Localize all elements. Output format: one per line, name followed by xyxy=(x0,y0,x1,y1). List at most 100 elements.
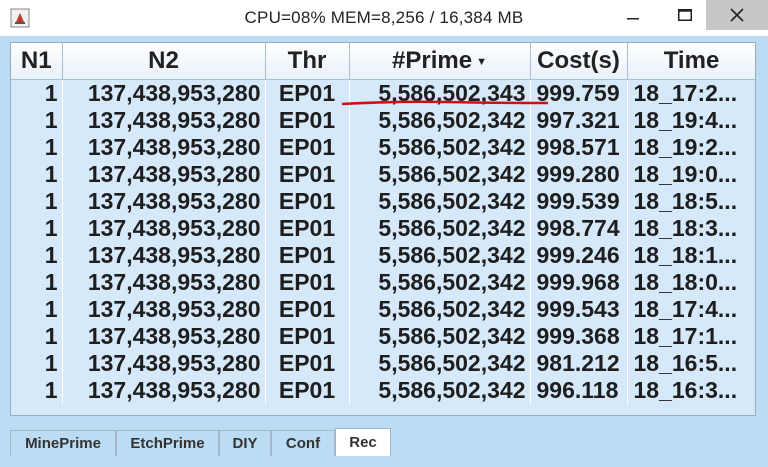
cell-prime[interactable]: 5,586,502,342 xyxy=(349,323,531,350)
cell-time[interactable]: 18_16:5... xyxy=(627,350,755,377)
cell-n1[interactable]: 1 xyxy=(11,134,63,161)
cell-thr[interactable]: EP01 xyxy=(265,215,350,242)
cell-time[interactable]: 18_18:1... xyxy=(627,242,755,269)
cell-thr[interactable]: EP01 xyxy=(265,188,350,215)
column-header-prime[interactable]: #Prime ▼ xyxy=(349,43,531,80)
red-underline-annotation xyxy=(341,100,549,106)
cell-prime[interactable]: 5,586,502,342 xyxy=(349,107,531,134)
cell-cost[interactable]: 998.774 xyxy=(530,215,628,242)
cell-n2[interactable]: 137,438,953,280 xyxy=(62,188,266,215)
cell-n1[interactable]: 1 xyxy=(11,242,63,269)
table-row[interactable]: 1 137,438,953,280 EP01 5,586,502,342 999.539… xyxy=(11,188,755,215)
records-table-scrollpane[interactable]: N1 N2 Thr #Prime ▼ Cost(s) Time 1 137,438,… xyxy=(10,42,756,416)
cell-prime[interactable]: 5,586,502,342 xyxy=(349,377,531,404)
cell-n2[interactable]: 137,438,953,280 xyxy=(62,242,266,269)
cell-thr[interactable]: EP01 xyxy=(265,323,350,350)
column-header-time[interactable]: Time xyxy=(627,43,755,80)
cell-n1[interactable]: 1 xyxy=(11,107,63,134)
cell-n2[interactable]: 137,438,953,280 xyxy=(62,161,266,188)
cell-thr[interactable]: EP01 xyxy=(265,107,350,134)
cell-n2[interactable]: 137,438,953,280 xyxy=(62,79,266,107)
tab-conf[interactable]: Conf xyxy=(271,430,335,456)
cell-prime[interactable]: 5,586,502,342 xyxy=(349,242,531,269)
cell-n1[interactable]: 1 xyxy=(11,188,63,215)
minimize-button[interactable] xyxy=(610,0,656,30)
cell-thr[interactable]: EP01 xyxy=(265,161,350,188)
cell-thr[interactable]: EP01 xyxy=(265,296,350,323)
cell-n2[interactable]: 137,438,953,280 xyxy=(62,350,266,377)
cell-n2[interactable]: 137,438,953,280 xyxy=(62,377,266,404)
cell-time[interactable]: 18_18:5... xyxy=(627,188,755,215)
tab-etchprime[interactable]: EtchPrime xyxy=(116,430,219,456)
cell-n2[interactable]: 137,438,953,280 xyxy=(62,296,266,323)
cell-cost[interactable]: 998.571 xyxy=(530,134,628,161)
cell-cost[interactable]: 999.968 xyxy=(530,269,628,296)
cell-n1[interactable]: 1 xyxy=(11,323,63,350)
cell-prime[interactable]: 5,586,502,342 xyxy=(349,269,531,296)
cell-time[interactable]: 18_18:3... xyxy=(627,215,755,242)
cell-prime[interactable]: 5,586,502,342 xyxy=(349,134,531,161)
table-row[interactable]: 1 137,438,953,280 EP01 5,586,502,342 981.212… xyxy=(11,350,755,377)
table-row[interactable]: 1 137,438,953,280 EP01 5,586,502,342 999.368… xyxy=(11,323,755,350)
tab-diy[interactable]: DIY xyxy=(219,430,271,456)
cell-cost[interactable]: 999.246 xyxy=(530,242,628,269)
cell-n2[interactable]: 137,438,953,280 xyxy=(62,107,266,134)
cell-n2[interactable]: 137,438,953,280 xyxy=(62,134,266,161)
column-header-n1[interactable]: N1 xyxy=(11,43,63,80)
cell-thr[interactable]: EP01 xyxy=(265,134,350,161)
table-body: 1 137,438,953,280 EP01 5,586,502,343 999.759… xyxy=(11,79,755,404)
cell-n1[interactable]: 1 xyxy=(11,377,63,404)
cell-n2[interactable]: 137,438,953,280 xyxy=(62,323,266,350)
cell-prime[interactable]: 5,586,502,342 xyxy=(349,188,531,215)
cell-time[interactable]: 18_17:2... xyxy=(627,79,755,107)
table-row[interactable]: 1 137,438,953,280 EP01 5,586,502,342 999.280… xyxy=(11,161,755,188)
cell-thr[interactable]: EP01 xyxy=(265,350,350,377)
table-row[interactable]: 1 137,438,953,280 EP01 5,586,502,342 999.543… xyxy=(11,296,755,323)
cell-thr[interactable]: EP01 xyxy=(265,242,350,269)
cell-n2[interactable]: 137,438,953,280 xyxy=(62,215,266,242)
column-header-n2[interactable]: N2 xyxy=(62,43,266,80)
table-row[interactable]: 1 137,438,953,280 EP01 5,586,502,342 997.321… xyxy=(11,107,755,134)
table-row[interactable]: 1 137,438,953,280 EP01 5,586,502,342 998.774… xyxy=(11,215,755,242)
cell-cost[interactable]: 996.118 xyxy=(530,377,628,404)
column-header-cost[interactable]: Cost(s) xyxy=(530,43,628,80)
tab-bar: MinePrime EtchPrime DIY Conf Rec xyxy=(10,428,391,456)
cell-n2[interactable]: 137,438,953,280 xyxy=(62,269,266,296)
tab-rec[interactable]: Rec xyxy=(335,428,391,456)
cell-thr[interactable]: EP01 xyxy=(265,269,350,296)
table-row[interactable]: 1 137,438,953,280 EP01 5,586,502,342 999.968… xyxy=(11,269,755,296)
cell-time[interactable]: 18_19:0... xyxy=(627,161,755,188)
cell-n1[interactable]: 1 xyxy=(11,350,63,377)
cell-prime[interactable]: 5,586,502,342 xyxy=(349,350,531,377)
cell-cost[interactable]: 999.539 xyxy=(530,188,628,215)
table-row[interactable]: 1 137,438,953,280 EP01 5,586,502,342 996.118… xyxy=(11,377,755,404)
cell-thr[interactable]: EP01 xyxy=(265,79,350,107)
cell-n1[interactable]: 1 xyxy=(11,161,63,188)
cell-time[interactable]: 18_18:0... xyxy=(627,269,755,296)
cell-cost[interactable]: 999.280 xyxy=(530,161,628,188)
table-row[interactable]: 1 137,438,953,280 EP01 5,586,502,342 999.246… xyxy=(11,242,755,269)
column-header-thr[interactable]: Thr xyxy=(265,43,350,80)
records-table[interactable]: N1 N2 Thr #Prime ▼ Cost(s) Time 1 137,438,… xyxy=(11,43,755,404)
cell-cost[interactable]: 997.321 xyxy=(530,107,628,134)
cell-n1[interactable]: 1 xyxy=(11,215,63,242)
cell-time[interactable]: 18_19:4... xyxy=(627,107,755,134)
tab-mineprime[interactable]: MinePrime xyxy=(10,430,116,456)
close-button[interactable] xyxy=(706,0,768,30)
cell-time[interactable]: 18_19:2... xyxy=(627,134,755,161)
cell-prime[interactable]: 5,586,502,342 xyxy=(349,215,531,242)
cell-n1[interactable]: 1 xyxy=(11,296,63,323)
cell-n1[interactable]: 1 xyxy=(11,79,63,107)
cell-thr[interactable]: EP01 xyxy=(265,377,350,404)
cell-cost[interactable]: 999.543 xyxy=(530,296,628,323)
table-row[interactable]: 1 137,438,953,280 EP01 5,586,502,342 998.571… xyxy=(11,134,755,161)
cell-prime[interactable]: 5,586,502,342 xyxy=(349,161,531,188)
maximize-button[interactable] xyxy=(662,0,708,30)
cell-n1[interactable]: 1 xyxy=(11,269,63,296)
cell-prime[interactable]: 5,586,502,342 xyxy=(349,296,531,323)
cell-time[interactable]: 18_17:4... xyxy=(627,296,755,323)
cell-time[interactable]: 18_17:1... xyxy=(627,323,755,350)
cell-cost[interactable]: 981.212 xyxy=(530,350,628,377)
cell-cost[interactable]: 999.368 xyxy=(530,323,628,350)
cell-time[interactable]: 18_16:3... xyxy=(627,377,755,404)
